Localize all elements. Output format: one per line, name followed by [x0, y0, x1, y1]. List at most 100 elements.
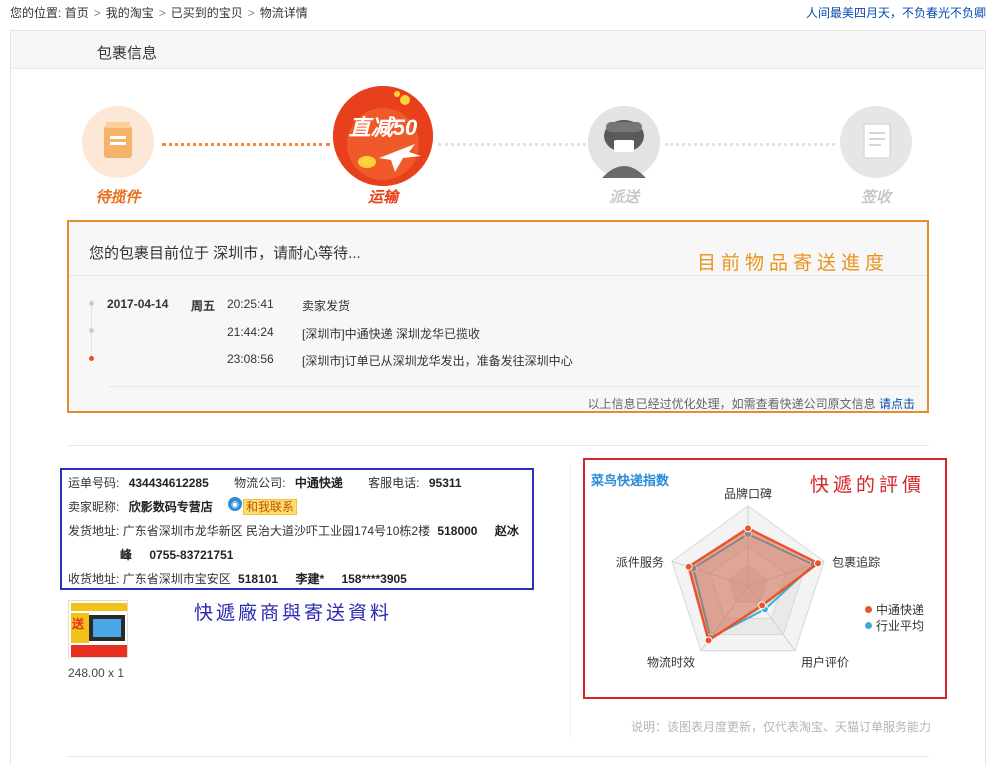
promo-link[interactable]: 人间最美四月天，不负春光不负卿	[806, 4, 986, 21]
step-signed: 签收	[840, 106, 912, 206]
radar-point	[813, 559, 822, 568]
package-box-icon	[104, 122, 132, 158]
ship-to-row: 收货地址: 广东省深圳市宝安区 518101 李建* 158****3905	[68, 570, 407, 587]
radar-point	[684, 562, 693, 571]
waybill-row: 运单号码: 434434612285 物流公司: 中通快递 客服电话: 9531…	[68, 474, 462, 491]
legend-dot-avg	[865, 622, 872, 629]
courier-icon	[588, 106, 660, 178]
event-desc: [深圳市]中通快递 深圳龙华已揽收	[302, 327, 481, 341]
ship-from-phone: 0755-83721751	[149, 548, 234, 562]
radar-axis-label: 品牌口碑	[724, 486, 772, 501]
radar-point	[758, 601, 767, 610]
breadcrumb: 您的位置: 首页 > 我的淘宝 > 已买到的宝贝 > 物流详情	[10, 6, 308, 20]
service-phone: 95311	[428, 476, 462, 490]
step-signed-circle	[840, 106, 912, 178]
wangwang-chat-icon: ◉	[228, 497, 243, 511]
tracking-footer: 以上信息已经过优化处理，如需查看快递公司原文信息 请点击	[588, 395, 915, 412]
step-label-delivery: 派送	[608, 189, 639, 206]
tracking-footer-text: 以上信息已经过优化处理，如需查看快递公司原文信息	[587, 397, 876, 411]
step-pickup-circle	[82, 106, 154, 178]
phone-label: 客服电话:	[368, 476, 420, 490]
legend-label-avg: 行业平均	[876, 619, 925, 633]
radar-point	[744, 524, 752, 533]
tracking-annotation: 目前物品寄送進度	[696, 252, 889, 274]
contact-seller-button[interactable]: ◉ 和我联系	[228, 497, 298, 515]
column-divider	[570, 462, 571, 737]
ship-from-label: 发货地址:	[68, 524, 120, 538]
event-desc: [深圳市]订单已从深圳龙华发出，准备发往深圳中心	[302, 354, 573, 368]
event-time: 23:08:56	[227, 352, 274, 366]
radar-axis-label: 包裹追踪	[832, 554, 880, 569]
receipt-icon	[863, 123, 891, 159]
step-transit-circle: 直减50	[333, 86, 433, 186]
rating-note: 说明：该图表月度更新，仅代表淘宝、天猫订单服务能力	[631, 720, 932, 734]
shipment-annotation: 快遞廠商與寄送資料	[194, 602, 393, 624]
legend-zto: 中通快递	[865, 601, 924, 618]
view-original-link[interactable]: 请点击	[879, 397, 915, 411]
radar-axis-label: 用户评价	[801, 655, 849, 670]
step-in-transit: 直减50 运输	[333, 86, 433, 206]
breadcrumb-my-taobao[interactable]: 我的淘宝	[106, 6, 154, 20]
section-divider-bottom	[67, 756, 929, 757]
event-weekday: 周五	[191, 299, 216, 313]
ship-from-name-cont: 峰	[120, 548, 133, 562]
radar-point	[704, 636, 713, 645]
step-label-pickup: 待揽件	[95, 189, 141, 206]
progress-connector-3	[665, 143, 835, 146]
waybill-number: 434434612285	[128, 476, 209, 490]
ship-to-zip: 518101	[238, 572, 279, 586]
shipment-info-box: 运单号码: 434434612285 物流公司: 中通快递 客服电话: 9531…	[60, 468, 534, 590]
ship-to-phone: 158****3905	[341, 572, 407, 586]
ship-from-row: 发货地址: 广东省深圳市龙华新区 民治大道沙吓工业园174号10栋2楼 5180…	[68, 522, 519, 539]
progress-connector-2	[438, 143, 586, 146]
step-label-transit: 运输	[367, 189, 398, 206]
panel-header: 包裹信息	[11, 31, 985, 69]
contact-seller-label: 和我联系	[243, 499, 298, 515]
radar-axis-label: 物流时效	[647, 655, 695, 670]
ship-from-zip: 518000	[437, 524, 478, 538]
event-time: 20:25:41	[227, 297, 274, 311]
tracking-footer-divider	[109, 386, 919, 387]
ship-from-name: 赵冰	[494, 524, 519, 538]
step-label-signed: 签收	[860, 189, 891, 206]
breadcrumb-home[interactable]: 首页	[65, 6, 89, 20]
product-price-qty: 248.00 x 1	[68, 666, 125, 680]
waybill-label: 运单号码:	[68, 476, 120, 490]
seller-name: 欣影数码专营店	[128, 500, 213, 514]
panel-title: 包裹信息	[97, 45, 158, 62]
step-pending-pickup: 待揽件	[82, 106, 154, 206]
radar-axis-label: 派件服务	[616, 554, 664, 569]
product-thumb-badge: 送	[72, 617, 85, 631]
tracking-header: 您的包裹目前位于 深圳市，请耐心等待... 目前物品寄送進度	[69, 222, 927, 276]
event-desc: 卖家发货	[302, 299, 351, 313]
tracking-status: 您的包裹目前位于 深圳市，请耐心等待...	[89, 245, 361, 262]
legend-label-zto: 中通快递	[876, 603, 925, 617]
courier-rating-box: 菜鸟快递指数 快遞的評價 品牌口碑 包裹追踪 用户评价 物流时效 派件服务 中通快递 行…	[583, 458, 947, 699]
step-delivering: 派送	[588, 106, 660, 206]
timeline-dot-current	[89, 356, 94, 361]
breadcrumb-purchased[interactable]: 已买到的宝贝	[171, 6, 243, 20]
top-bar: 您的位置: 首页 > 我的淘宝 > 已买到的宝贝 > 物流详情 人间最美四月天，不负春光不负…	[0, 0, 1000, 22]
discount-badge: 直减50	[348, 115, 418, 140]
progress-connector-1	[162, 143, 330, 146]
legend-dot-zto	[865, 606, 872, 613]
carrier-label: 物流公司:	[234, 476, 286, 490]
seller-row: 卖家昵称: 欣影数码专营店 ◉ 和我联系	[68, 497, 298, 515]
legend-industry-avg: 行业平均	[865, 617, 924, 634]
breadcrumb-current: 物流详情	[259, 6, 308, 20]
timeline-dot	[89, 301, 94, 306]
ship-to-name: 李建*	[295, 572, 325, 586]
radar-chart: 品牌口碑包裹追踪用户评价 物流时效 派件服务	[616, 486, 880, 670]
event-date: 2017-04-14	[107, 297, 169, 311]
ship-to-label: 收货地址:	[68, 572, 120, 586]
timeline-dot	[89, 328, 94, 333]
breadcrumb-prefix: 您的位置:	[10, 6, 62, 20]
seller-label: 卖家昵称:	[68, 500, 120, 514]
ship-from-contact-row: 峰 0755-83721751	[120, 546, 233, 563]
step-delivery-circle	[588, 106, 660, 178]
event-time: 21:44:24	[227, 325, 274, 339]
carrier-name: 中通快递	[294, 476, 343, 490]
product-thumbnail[interactable]: 送	[68, 600, 128, 658]
ship-to-address: 广东省深圳市宝安区	[122, 572, 231, 586]
tracking-box: 您的包裹目前位于 深圳市，请耐心等待... 目前物品寄送進度 2017-04-1…	[67, 220, 929, 413]
